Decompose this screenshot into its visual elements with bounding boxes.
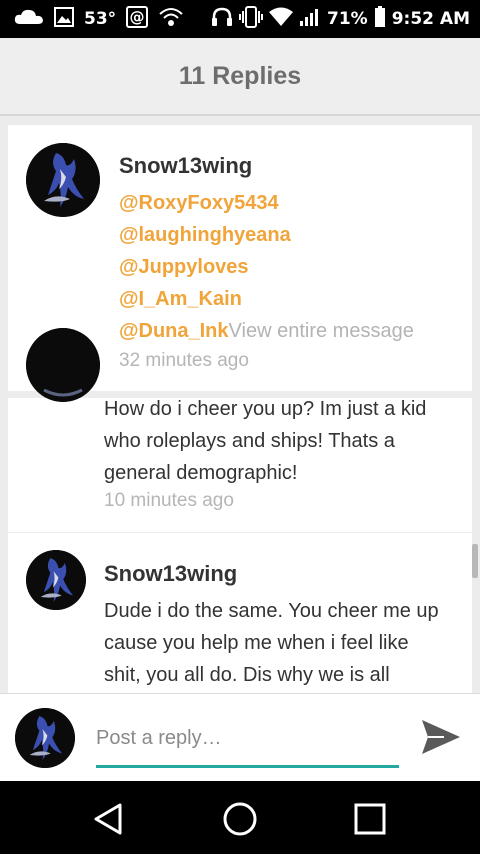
image-icon bbox=[54, 6, 74, 32]
view-entire-message-link[interactable]: View entire message bbox=[229, 320, 414, 342]
status-bar-right: 71% 9:52 AM bbox=[211, 0, 470, 38]
reply-body: How do i cheer you up? Im just a kid who… bbox=[104, 393, 464, 489]
vibrate-icon bbox=[239, 5, 264, 33]
mention-link[interactable]: @Duna_Ink bbox=[119, 320, 229, 342]
reply-body-line: cause you help me when i feel like bbox=[104, 632, 409, 654]
headphones-icon bbox=[211, 7, 233, 32]
reply-body-line: shit, you all do. Dis why we is all bbox=[104, 664, 390, 686]
cloud-icon bbox=[14, 8, 44, 31]
reply-body-line: who roleplays and ships! Thats a bbox=[104, 430, 395, 452]
username[interactable]: Snow13wing bbox=[104, 561, 237, 587]
home-icon bbox=[223, 802, 257, 836]
back-button[interactable] bbox=[88, 799, 128, 839]
recents-button[interactable] bbox=[350, 799, 390, 839]
status-bar: 53° @ 71% 9:52 AM bbox=[0, 0, 480, 38]
navigation-bar bbox=[0, 781, 480, 854]
replies-feed[interactable]: Snow13wing @RoxyFoxy5434 @laughinghyeana… bbox=[0, 118, 480, 693]
mention-link[interactable]: @RoxyFoxy5434 bbox=[119, 192, 279, 215]
mention-link[interactable]: @I_Am_Kain bbox=[119, 288, 242, 311]
dragon-avatar-image bbox=[26, 328, 100, 402]
wifi-icon bbox=[269, 7, 294, 32]
reply-input[interactable] bbox=[96, 720, 399, 768]
scrollbar-thumb[interactable] bbox=[472, 544, 478, 578]
header: 11 Replies bbox=[0, 38, 480, 116]
reply-body: Dude i do the same. You cheer me up caus… bbox=[104, 595, 464, 691]
send-icon bbox=[422, 720, 460, 754]
avatar[interactable] bbox=[26, 550, 86, 610]
recents-icon bbox=[354, 803, 386, 835]
username[interactable]: Snow13wing bbox=[119, 153, 252, 179]
send-button[interactable] bbox=[418, 714, 464, 760]
my-avatar bbox=[15, 708, 75, 768]
status-bar-left: 53° @ bbox=[14, 0, 184, 38]
mention-link[interactable]: @Juppyloves bbox=[119, 256, 249, 279]
svg-text:@: @ bbox=[130, 8, 145, 26]
wifi-call-icon bbox=[158, 6, 184, 33]
signal-icon bbox=[299, 7, 321, 32]
timestamp: 32 minutes ago bbox=[119, 350, 249, 371]
battery-percent: 71% bbox=[327, 9, 368, 29]
mention-link[interactable]: @laughinghyeana bbox=[119, 224, 291, 247]
page-title: 11 Replies bbox=[178, 61, 302, 90]
reply-body-line: Dude i do the same. You cheer me up bbox=[104, 600, 439, 622]
battery-icon bbox=[374, 5, 386, 33]
reply-body-line: general demographic! bbox=[104, 462, 298, 484]
clock: 9:52 AM bbox=[391, 9, 470, 29]
reply-card[interactable]: How do i cheer you up? Im just a kid who… bbox=[8, 328, 472, 532]
message-line: @Duna_InkView entire message bbox=[119, 320, 414, 343]
reply-body-line: How do i cheer you up? Im just a kid bbox=[104, 398, 427, 420]
avatar[interactable] bbox=[26, 143, 100, 217]
temperature: 53° bbox=[84, 9, 117, 29]
dragon-avatar-image bbox=[26, 143, 100, 217]
home-button[interactable] bbox=[220, 799, 260, 839]
back-icon bbox=[94, 803, 122, 835]
avatar[interactable] bbox=[26, 328, 100, 402]
timestamp: 10 minutes ago bbox=[104, 490, 234, 511]
reply-card[interactable]: Snow13wing Dude i do the same. You cheer… bbox=[8, 533, 472, 693]
dragon-avatar-image bbox=[15, 708, 75, 768]
at-icon: @ bbox=[126, 5, 149, 33]
dragon-avatar-image bbox=[26, 550, 86, 610]
reply-bar bbox=[0, 693, 480, 781]
